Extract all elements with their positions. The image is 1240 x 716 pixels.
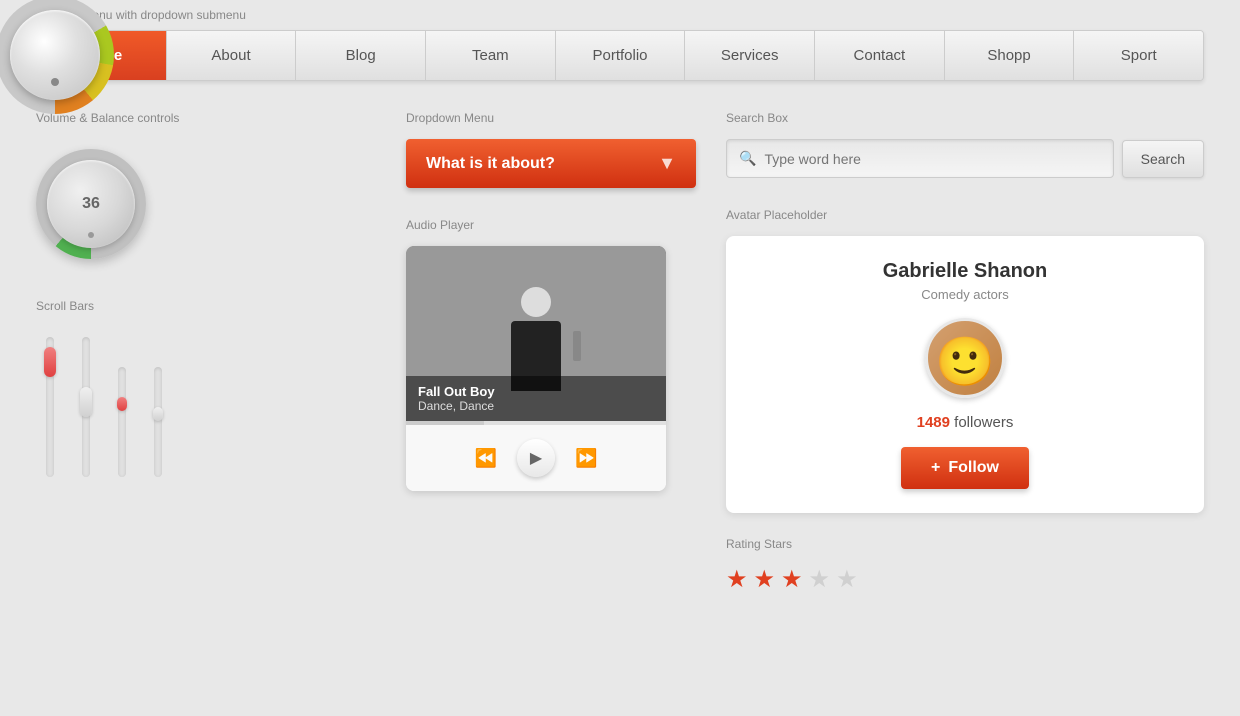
star-1[interactable]: ★	[726, 565, 748, 594]
avatar-face-icon: 🙂	[935, 339, 995, 387]
balance-knob[interactable]: 36	[36, 149, 146, 259]
rewind-button[interactable]: ⏪	[475, 448, 497, 469]
balance-value: 36	[82, 195, 100, 213]
audio-controls: ⏪ ▶ ⏩	[406, 425, 666, 491]
track-name: Fall Out Boy	[418, 384, 654, 399]
audio-cover: Fall Out Boy Dance, Dance	[406, 246, 666, 421]
track-sub: Dance, Dance	[418, 399, 654, 413]
nav-item-blog[interactable]: Blog	[296, 31, 426, 80]
search-icon: 🔍	[739, 150, 756, 167]
follow-button[interactable]: + Follow	[901, 447, 1029, 489]
track-info: Fall Out Boy Dance, Dance	[406, 376, 666, 421]
volume-balance-label: Volume & Balance controls	[36, 111, 376, 125]
followers-text: followers	[950, 414, 1013, 431]
nav-item-portfolio[interactable]: Portfolio	[556, 31, 686, 80]
dropdown-btn-text: What is it about?	[426, 155, 555, 173]
nav-bar: Home About Blog Team Portfolio Services …	[36, 30, 1204, 81]
search-button[interactable]: Search	[1122, 140, 1204, 178]
audio-player: Fall Out Boy Dance, Dance ⏪ ▶ ⏩	[406, 246, 666, 491]
rating-label: Rating Stars	[726, 537, 1204, 551]
scrollbars-label: Scroll Bars	[36, 299, 376, 313]
nav-item-team[interactable]: Team	[426, 31, 556, 80]
star-3[interactable]: ★	[781, 565, 803, 594]
nav-item-sport[interactable]: Sport	[1074, 31, 1203, 80]
avatar-subtitle: Comedy actors	[746, 287, 1184, 302]
follow-btn-text: Follow	[948, 459, 999, 477]
scrollbar-4[interactable]	[154, 367, 162, 477]
volume-knob[interactable]	[0, 0, 114, 114]
search-input-wrap: 🔍	[726, 139, 1114, 178]
star-4[interactable]: ★	[809, 565, 831, 594]
page-title: Website Menu with dropdown submenu	[0, 0, 1240, 30]
fast-forward-button[interactable]: ⏩	[575, 448, 597, 469]
play-button[interactable]: ▶	[517, 439, 555, 477]
stars-container: ★ ★ ★ ★ ★	[726, 565, 1204, 594]
scrollbar-3[interactable]	[118, 367, 126, 477]
search-input[interactable]	[764, 151, 1100, 167]
dropdown-arrow-icon: ▼	[658, 153, 676, 174]
avatar-label: Avatar Placeholder	[726, 208, 1204, 222]
nav-item-services[interactable]: Services	[685, 31, 815, 80]
follow-plus-icon: +	[931, 459, 940, 477]
avatar-name: Gabrielle Shanon	[746, 260, 1184, 283]
nav-item-about[interactable]: About	[167, 31, 297, 80]
nav-item-contact[interactable]: Contact	[815, 31, 945, 80]
avatar-card: Gabrielle Shanon Comedy actors 🙂 1489 fo…	[726, 236, 1204, 513]
followers-count-display: 1489 followers	[746, 414, 1184, 431]
nav-item-shopp[interactable]: Shopp	[945, 31, 1075, 80]
search-box-label: Search Box	[726, 111, 1204, 125]
audio-player-label: Audio Player	[406, 218, 696, 232]
knob-indicator-dot	[51, 78, 59, 86]
star-5[interactable]: ★	[836, 565, 858, 594]
dropdown-button[interactable]: What is it about? ▼	[406, 139, 696, 188]
scrollbar-2[interactable]	[82, 337, 90, 477]
dropdown-label: Dropdown Menu	[406, 111, 696, 125]
star-2[interactable]: ★	[754, 565, 776, 594]
avatar-image: 🙂	[925, 318, 1005, 398]
scrollbar-1[interactable]	[46, 337, 54, 477]
balance-indicator-dot	[88, 232, 94, 238]
followers-number: 1489	[917, 414, 950, 431]
